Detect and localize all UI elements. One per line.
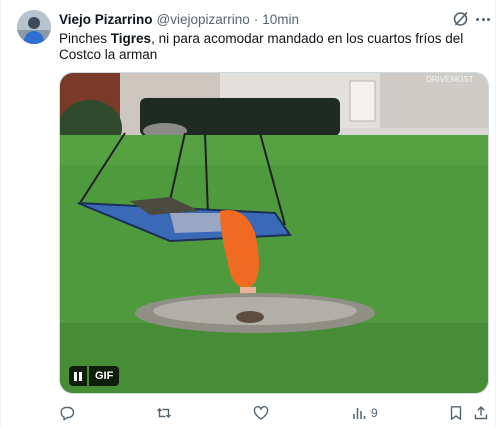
avatar[interactable] [17, 10, 51, 44]
gif-badge: GIF [89, 366, 120, 386]
tweet-header: Viejo Pizarrino @viejopizarrino · 10min [59, 10, 299, 28]
author-name[interactable]: Viejo Pizarrino [59, 12, 153, 27]
bookmark-button[interactable] [448, 402, 464, 424]
tweet-text-start: Pinches [59, 31, 111, 46]
gif-controls: GIF [69, 366, 120, 386]
like-icon [253, 405, 269, 420]
bookmark-icon [450, 406, 462, 420]
reply-icon [60, 406, 75, 421]
reply-button[interactable] [59, 402, 79, 424]
views-icon [353, 408, 366, 419]
media-watermark: DRIVEMOST [426, 75, 474, 84]
gif-frame-image: DRIVEMOST [60, 73, 488, 393]
share-icon [474, 406, 488, 420]
grok-icon[interactable] [452, 10, 470, 28]
tweet-text: Pinches Tigres, ni para acomodar mandado… [59, 31, 489, 63]
more-icon[interactable] [474, 12, 492, 26]
like-button[interactable] [253, 402, 273, 424]
avatar-image [17, 10, 51, 44]
pause-icon[interactable] [69, 366, 87, 386]
header-separator: · [253, 11, 259, 27]
repost-icon [157, 408, 171, 418]
tweet-text-bold: Tigres [110, 31, 152, 46]
share-button[interactable] [473, 402, 489, 424]
tweet[interactable]: Viejo Pizarrino @viejopizarrino · 10min … [0, 0, 496, 427]
repost-button[interactable] [156, 402, 176, 424]
views-button[interactable]: 9 [351, 402, 378, 424]
gif-media[interactable]: DRIVEMOST [59, 72, 489, 394]
author-handle[interactable]: @viejopizarrino [157, 12, 250, 27]
views-count: 9 [371, 406, 378, 420]
post-time[interactable]: 10min [262, 12, 299, 27]
action-bar: 9 [1, 402, 496, 424]
